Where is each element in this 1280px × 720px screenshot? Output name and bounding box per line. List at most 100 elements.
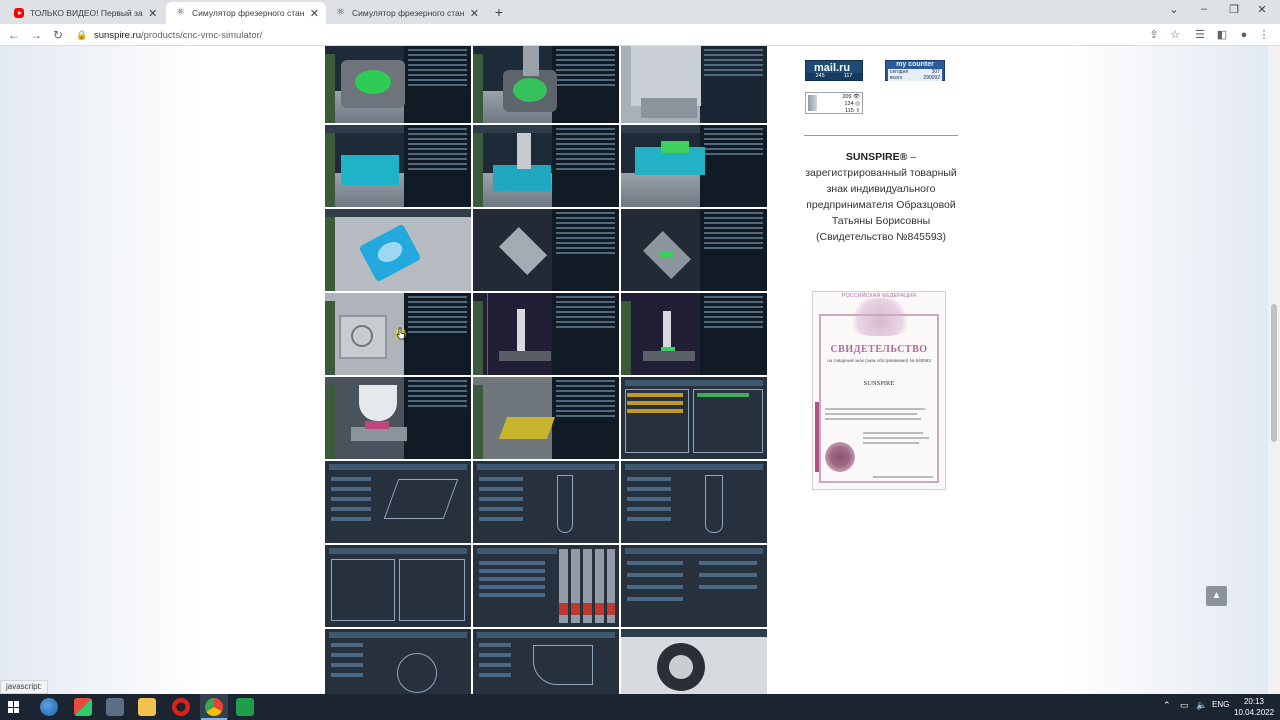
gallery-thumbnail[interactable]	[325, 209, 471, 291]
page-content: mail.ru 245 117 my counter сегодня 307 в…	[0, 46, 1268, 694]
url-path: /products/cnc-vmc-simulator/	[141, 29, 263, 41]
system-clock[interactable]: 20:13 10.04.2022	[1234, 696, 1274, 718]
gallery-thumbnail[interactable]	[621, 209, 767, 291]
certificate-subtitle: на товарный знак (знак обслуживания) № 8…	[827, 358, 931, 363]
close-window-button[interactable]: ✕	[1252, 3, 1272, 16]
network-icon[interactable]: ▭	[1180, 700, 1189, 711]
gallery-thumbnail[interactable]	[621, 461, 767, 543]
file-explorer-icon[interactable]	[138, 698, 156, 716]
gallery-thumbnail[interactable]	[325, 377, 471, 459]
close-tab-icon[interactable]: ✕	[147, 7, 158, 20]
hand-cursor-icon	[396, 327, 406, 340]
certificate-text-line	[863, 437, 929, 439]
gallery-thumbnail[interactable]	[621, 545, 767, 627]
language-indicator[interactable]: ENG	[1212, 700, 1229, 709]
tab-title: ТОЛЬКО ВИДЕО! Первый запуск	[30, 8, 143, 18]
app-icon-green[interactable]	[236, 698, 254, 716]
volume-icon[interactable]: 🔈	[1196, 700, 1207, 711]
bookmark-star-icon[interactable]: ☆	[1167, 27, 1183, 43]
certificate-mark: SUNSPIRE	[863, 380, 895, 387]
scrollbar-thumb[interactable]	[1271, 304, 1277, 442]
tray-chevron-icon[interactable]: ⌃	[1163, 700, 1171, 711]
mycounter-total-value: 290092	[923, 75, 940, 81]
gallery-thumbnail[interactable]	[473, 209, 619, 291]
close-tab-icon[interactable]: ✕	[309, 7, 320, 20]
side-panel-icon[interactable]: ◧	[1214, 27, 1230, 43]
certificate-signature-line	[873, 476, 933, 478]
reload-button[interactable]: ↻	[50, 27, 66, 43]
minimize-button[interactable]: –	[1194, 3, 1214, 15]
liveinternet-counter-badge[interactable]: 209 👁 134 ◎ 115 ⇧	[805, 92, 863, 114]
lock-icon[interactable]: 🔒	[76, 30, 88, 41]
gallery-thumbnail[interactable]	[621, 293, 767, 375]
forward-button[interactable]: →	[28, 27, 44, 43]
chrome-icon[interactable]	[201, 698, 227, 720]
mailru-right-value: 117	[843, 73, 853, 79]
tab-youtube[interactable]: ТОЛЬКО ВИДЕО! Первый запуск ✕	[4, 2, 164, 24]
gallery-thumbnail[interactable]	[325, 461, 471, 543]
li-hosts: 115 ⇧	[845, 108, 860, 114]
gallery-thumbnail[interactable]	[473, 629, 619, 694]
certificate-text-line	[863, 432, 923, 434]
mycounter-badge[interactable]: my counter сегодня 307 всего 290092	[885, 60, 945, 81]
gallery-thumbnail[interactable]	[621, 377, 767, 459]
page-scrollbar[interactable]	[1268, 46, 1280, 694]
windows-start-icon[interactable]	[8, 701, 20, 713]
status-bubble: javascript:	[0, 680, 49, 694]
trademark-certificate-image[interactable]: РОССИЙСКАЯ ФЕДЕРАЦИЯ СВИДЕТЕЛЬСТВО на то…	[812, 291, 946, 490]
certificate-ribbon	[815, 402, 819, 472]
gallery-thumbnail[interactable]	[621, 46, 767, 123]
gallery-thumbnail[interactable]	[473, 377, 619, 459]
gallery-thumbnail[interactable]	[621, 629, 767, 694]
restore-button[interactable]: ❐	[1224, 3, 1244, 16]
url-domain: sunspire.ru	[94, 29, 141, 41]
reading-list-icon[interactable]: ☰	[1192, 27, 1208, 43]
gallery-thumbnail[interactable]	[325, 629, 471, 694]
menu-icon[interactable]: ⋮	[1256, 27, 1272, 43]
scroll-to-top-button[interactable]: ▲	[1206, 586, 1227, 606]
address-bar[interactable]: 🔒 sunspire.ru/products/cnc-vmc-simulator…	[76, 26, 1136, 44]
app-icon-1[interactable]	[40, 698, 58, 716]
mycounter-brand: my counter	[896, 61, 934, 68]
trademark-text: зарегистрированный товарный знак индивид…	[805, 167, 957, 243]
youtube-icon	[14, 8, 24, 18]
gallery-thumbnail[interactable]	[621, 125, 767, 207]
gallery-thumbnail[interactable]	[473, 46, 619, 123]
gallery-thumbnail[interactable]	[473, 461, 619, 543]
li-visitors: 134 ◎	[844, 101, 860, 107]
mailru-counter-badge[interactable]: mail.ru 245 117	[805, 60, 863, 81]
calculator-icon[interactable]	[106, 698, 124, 716]
certificate-text-line	[825, 418, 921, 420]
li-views: 209 👁	[842, 94, 860, 100]
counter-bar-icon	[808, 95, 817, 111]
profile-avatar-icon[interactable]: ●	[1236, 27, 1252, 43]
sidebar-divider	[804, 135, 958, 136]
gallery-thumbnail[interactable]	[473, 545, 619, 627]
mycounter-total-row: всего 290092	[888, 75, 942, 81]
tab-search-button[interactable]: ⌄	[1164, 3, 1184, 16]
new-tab-button[interactable]: +	[490, 4, 508, 20]
trademark-dash: –	[907, 151, 917, 163]
share-icon[interactable]: ⇪	[1146, 27, 1162, 43]
gallery-thumbnail[interactable]	[473, 125, 619, 207]
gallery-thumbnail[interactable]	[473, 293, 619, 375]
windows-taskbar: ⌃ ▭ 🔈 ENG 20:13 10.04.2022	[0, 694, 1280, 720]
certificate-text-line	[825, 413, 917, 415]
gallery-thumbnail[interactable]	[325, 46, 471, 123]
gallery-thumbnail[interactable]	[325, 545, 471, 627]
tab-simulator[interactable]: ⚛ Симулятор фрезерного станка ✕	[326, 2, 486, 24]
close-tab-icon[interactable]: ✕	[469, 7, 480, 20]
gallery-thumbnail[interactable]	[325, 125, 471, 207]
certificate-text-line	[863, 442, 919, 444]
clock-date: 10.04.2022	[1234, 708, 1275, 717]
mycounter-total-label: всего	[890, 75, 903, 81]
back-button[interactable]: ←	[6, 27, 22, 43]
trademark-brand: SUNSPIRE®	[845, 151, 908, 163]
atom-icon: ⚛	[176, 7, 185, 18]
tab-strip: ТОЛЬКО ВИДЕО! Первый запуск ✕ ⚛ Симулято…	[0, 0, 1280, 24]
mailru-left-value: 245	[815, 73, 825, 79]
app-icon-2[interactable]	[74, 698, 92, 716]
opera-icon[interactable]	[172, 698, 190, 716]
tab-simulator-active[interactable]: ⚛ Симулятор фрезерного станка ✕	[166, 2, 326, 24]
wax-seal-icon	[825, 442, 855, 472]
